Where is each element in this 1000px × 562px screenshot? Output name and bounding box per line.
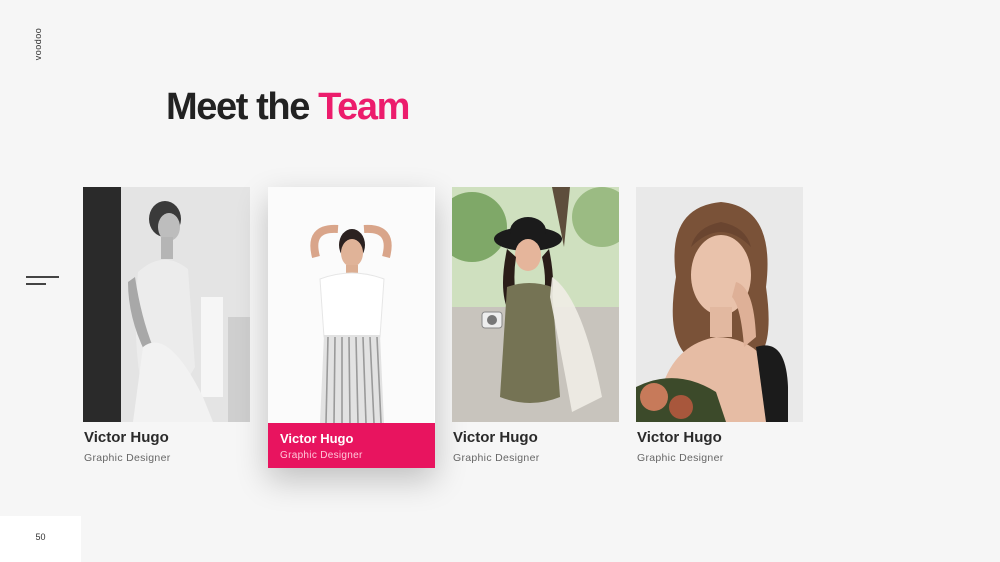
team-photo-3 bbox=[452, 187, 619, 422]
team-card-4[interactable]: Victor Hugo Graphic Designer bbox=[636, 187, 803, 464]
menu-icon[interactable] bbox=[26, 274, 60, 288]
team-photo-2 bbox=[268, 187, 434, 423]
member-name: Victor Hugo bbox=[637, 429, 722, 446]
slide: voodoo Meet the Team Victor Hugo Graphic… bbox=[0, 0, 1000, 562]
member-role: Graphic Designer bbox=[453, 452, 540, 464]
page-number: 50 bbox=[35, 532, 46, 542]
member-name: Victor Hugo bbox=[453, 429, 538, 446]
team-card-3[interactable]: Victor Hugo Graphic Designer bbox=[452, 187, 619, 464]
page-number-box: 50 bbox=[0, 516, 81, 562]
member-role: Graphic Designer bbox=[280, 450, 363, 461]
member-name: Victor Hugo bbox=[280, 431, 354, 446]
brand-logo: voodoo bbox=[28, 24, 48, 64]
member-name: Victor Hugo bbox=[84, 429, 169, 446]
team-photo-1 bbox=[83, 187, 250, 422]
team-photo-4 bbox=[636, 187, 803, 422]
member-role: Graphic Designer bbox=[637, 452, 724, 464]
brand-text: voodoo bbox=[33, 27, 43, 61]
title-main: Meet the bbox=[166, 86, 310, 128]
featured-caption: Victor Hugo Graphic Designer bbox=[268, 423, 435, 468]
team-card-1[interactable]: Victor Hugo Graphic Designer bbox=[83, 187, 250, 464]
team-card-2-featured[interactable]: Victor Hugo Graphic Designer bbox=[268, 187, 435, 468]
page-title: Meet the Team bbox=[166, 86, 410, 129]
member-role: Graphic Designer bbox=[84, 452, 171, 464]
title-accent: Team bbox=[318, 86, 410, 128]
